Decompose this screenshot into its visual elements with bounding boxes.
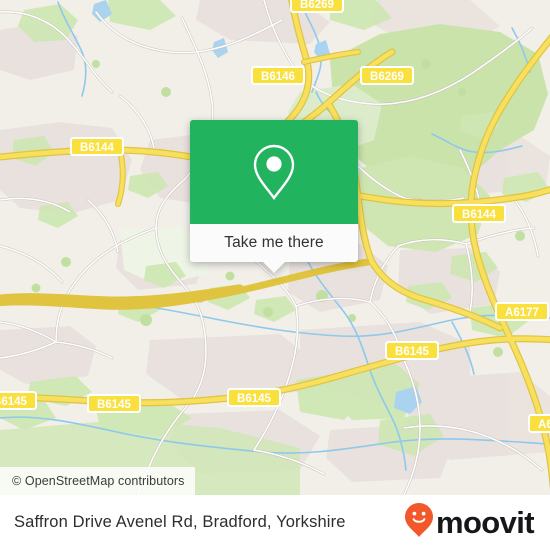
location-title: Saffron Drive Avenel Rd, Bradford, Yorks… — [14, 513, 346, 531]
road-shield: B6269 — [360, 66, 414, 85]
attribution-text: © OpenStreetMap contributors — [12, 474, 185, 488]
shield-label: B6146 — [261, 71, 295, 83]
road-shield: B6145 — [385, 341, 439, 360]
shield-label: B6145 — [237, 393, 271, 405]
road-shield: B6145 — [87, 394, 141, 413]
shield-label: B6145 — [395, 346, 429, 358]
location-popup-card[interactable]: Take me there — [190, 120, 358, 273]
road-shield: B6145 — [0, 391, 37, 410]
map-attribution[interactable]: © OpenStreetMap contributors — [0, 467, 195, 495]
popup-pointer-tail — [263, 262, 285, 273]
road-shield: B6146 — [251, 66, 305, 85]
road-shield: A6177 — [495, 302, 549, 321]
moovit-wordmark: moovit — [435, 505, 535, 540]
shield-label: B6145 — [0, 396, 28, 408]
map-screenshot: B6269 B6146 B6269 B6144 B6144 A6177 B614… — [0, 0, 550, 550]
shield-label: B6144 — [80, 142, 114, 154]
shield-label: A6177 — [505, 307, 539, 319]
shield-label: B6269 — [370, 71, 404, 83]
moovit-brand[interactable]: moovit — [404, 502, 535, 543]
moovit-smiley-pin-icon — [404, 502, 434, 543]
road-shield: B6144 — [70, 137, 124, 156]
road-shield: B6145 — [227, 388, 281, 407]
road-shield: A6177 — [528, 414, 550, 433]
road-shield: B6144 — [452, 204, 506, 223]
take-me-there-button[interactable]: Take me there — [190, 224, 358, 273]
footer-bar: Saffron Drive Avenel Rd, Bradford, Yorks… — [0, 495, 550, 550]
shield-label: B6269 — [300, 0, 334, 11]
popup-image-panel — [190, 120, 358, 224]
take-me-there-label: Take me there — [224, 234, 324, 251]
shield-label: B6144 — [462, 209, 496, 221]
shield-label: A6177 — [538, 419, 550, 431]
road-shield: B6269 — [290, 0, 344, 13]
map-pin-icon — [250, 143, 298, 201]
shield-label: B6145 — [97, 399, 131, 411]
